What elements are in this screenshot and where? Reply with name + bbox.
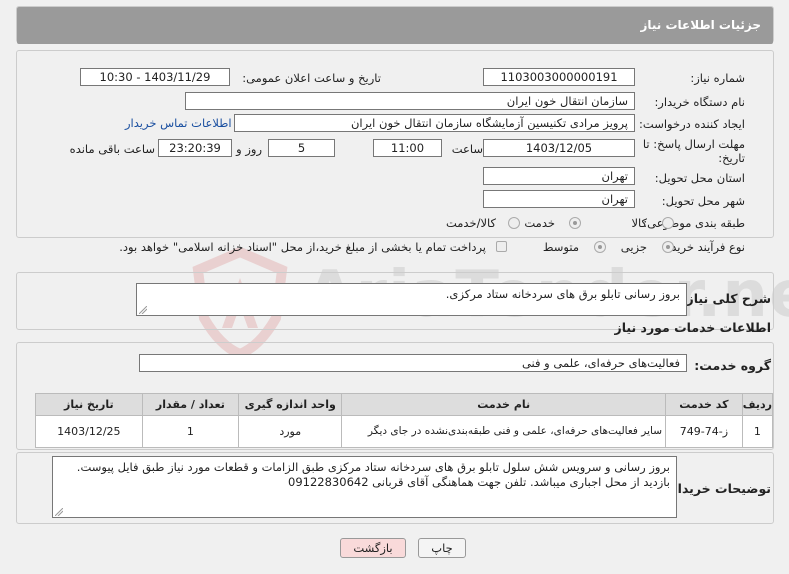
row-code: ز-74-749 <box>665 415 743 448</box>
col-code-header: کد خدمت <box>665 393 743 416</box>
row-unit: مورد <box>238 415 343 448</box>
process-option-medium: متوسط <box>542 240 579 254</box>
process-radio-medium[interactable] <box>594 241 606 253</box>
need-number-label: شماره نیاز: <box>690 71 745 85</box>
treasury-payment-note: پرداخت تمام یا بخشی از مبلغ خرید،از محل … <box>119 240 486 254</box>
days-label: روز و <box>236 142 262 156</box>
resize-grip-icon <box>139 306 147 314</box>
buyer-notes-line-1: بروز رسانی و سرویس شش سلول تابلو برق های… <box>76 460 670 474</box>
deadline-label: مهلت ارسال پاسخ: تا <box>642 137 745 151</box>
category-option-goods: کالا <box>631 216 647 230</box>
row-date: 1403/12/25 <box>35 415 143 448</box>
remaining-label: ساعت باقی مانده <box>69 142 155 156</box>
category-radio-service[interactable] <box>569 217 581 229</box>
announce-field: 1403/11/29 - 10:30 <box>80 68 230 86</box>
days-remaining-field: 5 <box>268 139 335 157</box>
process-option-minor: جزیی <box>620 240 647 254</box>
province-field: تهران <box>483 167 635 185</box>
col-unit-header: واحد اندازه گیری <box>238 393 343 416</box>
deadline-time-label: ساعت <box>451 142 483 156</box>
buyer-org-label: نام دستگاه خریدار: <box>654 95 745 109</box>
table-header-row: ردیف کد خدمت نام خدمت واحد اندازه گیری ت… <box>35 393 774 416</box>
page-title: جزئیات اطلاعات نیاز <box>17 7 773 44</box>
announce-label: تاریخ و ساعت اعلان عمومی: <box>242 71 381 85</box>
summary-label: شرح کلی نیاز: <box>681 291 771 306</box>
resize-grip-icon <box>55 508 63 516</box>
need-number-field: 1103003000000191 <box>483 68 635 86</box>
summary-text: بروز رسانی تابلو برق های سردخانه ستاد مر… <box>445 287 680 301</box>
province-label: استان محل تحویل: <box>654 171 745 185</box>
col-index-header: ردیف <box>741 393 774 416</box>
service-group-field: فعالیت‌های حرفه‌ای، علمی و فنی <box>139 354 687 372</box>
buyer-org-field: سازمان انتقال خون ایران <box>185 92 635 110</box>
city-field: تهران <box>483 190 635 208</box>
remaining-time-field: 23:20:39 <box>158 139 232 157</box>
buyer-notes-textarea: بروز رسانی و سرویس شش سلول تابلو برق های… <box>52 456 677 518</box>
col-date-header: تاریخ نیاز <box>35 393 143 416</box>
treasury-payment-checkbox[interactable] <box>496 241 507 252</box>
requester-label: ایجاد کننده درخواست: <box>639 117 745 131</box>
row-index: 1 <box>741 415 774 448</box>
buyer-notes-line-2: بازدید از محل اجباری میباشد. تلفن جهت هم… <box>288 475 670 489</box>
header-panel: جزئیات اطلاعات نیاز <box>16 6 774 44</box>
print-button[interactable]: چاپ <box>418 538 466 558</box>
services-table: ردیف کد خدمت نام خدمت واحد اندازه گیری ت… <box>35 393 774 448</box>
col-name-header: نام خدمت <box>341 393 666 416</box>
deadline-time-field: 11:00 <box>373 139 442 157</box>
city-label: شهر محل تحویل: <box>661 194 745 208</box>
deadline-date-label: تاریخ: <box>718 151 745 165</box>
buyer-contact-link[interactable]: اطلاعات تماس خریدار <box>125 116 232 130</box>
buyer-notes-label: توضیحات خریدار: <box>665 481 771 496</box>
category-radio-goods[interactable] <box>662 217 674 229</box>
services-section-title: اطلاعات خدمات مورد نیاز <box>614 320 772 335</box>
deadline-date-field: 1403/12/05 <box>483 139 635 157</box>
service-group-label: گروه خدمت: <box>694 358 771 373</box>
category-radio-goods-service[interactable] <box>508 217 520 229</box>
col-qty-header: تعداد / مقدار <box>141 393 240 416</box>
summary-textarea: بروز رسانی تابلو برق های سردخانه ستاد مر… <box>136 283 687 316</box>
requester-field: پرویز مرادی تکنیسین آزمایشگاه سازمان انت… <box>234 114 635 132</box>
row-name: سایر فعالیت‌های حرفه‌ای، علمی و فنی طبقه… <box>341 415 666 448</box>
process-radio-minor[interactable] <box>662 241 674 253</box>
process-label: نوع فرآیند خرید : <box>663 240 745 254</box>
table-row: 1 ز-74-749 سایر فعالیت‌های حرفه‌ای، علمی… <box>35 415 774 448</box>
row-qty: 1 <box>141 415 240 448</box>
category-label: طبقه بندی موضوعی: <box>643 216 745 230</box>
category-option-goods-service: کالا/خدمت <box>445 216 496 230</box>
back-button[interactable]: بازگشت <box>340 538 406 558</box>
category-option-service: خدمت <box>524 216 555 230</box>
